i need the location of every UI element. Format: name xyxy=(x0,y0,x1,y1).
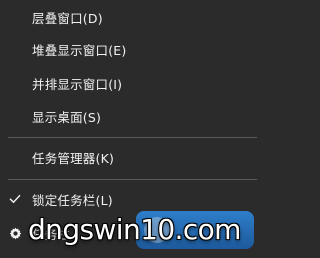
menu-item-label: 任务栏 xyxy=(32,226,71,242)
menu-item-side-by-side-windows[interactable]: 并排显示窗口(I) xyxy=(0,66,265,100)
menu-item-label: 并排显示窗口(I) xyxy=(32,76,123,92)
menu-item-label: 层叠窗口(D) xyxy=(32,10,103,26)
menu-item-stack-windows[interactable]: 堆叠显示窗口(E) xyxy=(0,32,265,66)
menu-item-task-manager[interactable]: 任务管理器(K) xyxy=(0,140,265,174)
checkmark-icon xyxy=(8,192,22,206)
taskbar-context-menu: 层叠窗口(D) 堆叠显示窗口(E) 并排显示窗口(I) 显示桌面(S) 任务管理… xyxy=(0,0,265,258)
menu-item-lock-taskbar[interactable]: 锁定任务栏(L) xyxy=(0,182,265,216)
menu-item-taskbar-settings[interactable]: 任务栏 xyxy=(0,216,265,250)
menu-item-label: 任务管理器(K) xyxy=(32,150,115,166)
menu-item-label: 显示桌面(S) xyxy=(32,109,102,125)
menu-separator xyxy=(8,179,257,180)
menu-item-show-desktop[interactable]: 显示桌面(S) xyxy=(0,99,265,133)
menu-separator xyxy=(8,137,257,138)
gear-icon xyxy=(8,226,22,240)
menu-item-label: 堆叠显示窗口(E) xyxy=(32,42,127,58)
menu-item-cascade-windows[interactable]: 层叠窗口(D) xyxy=(0,0,265,34)
menu-item-label: 锁定任务栏(L) xyxy=(32,192,113,208)
